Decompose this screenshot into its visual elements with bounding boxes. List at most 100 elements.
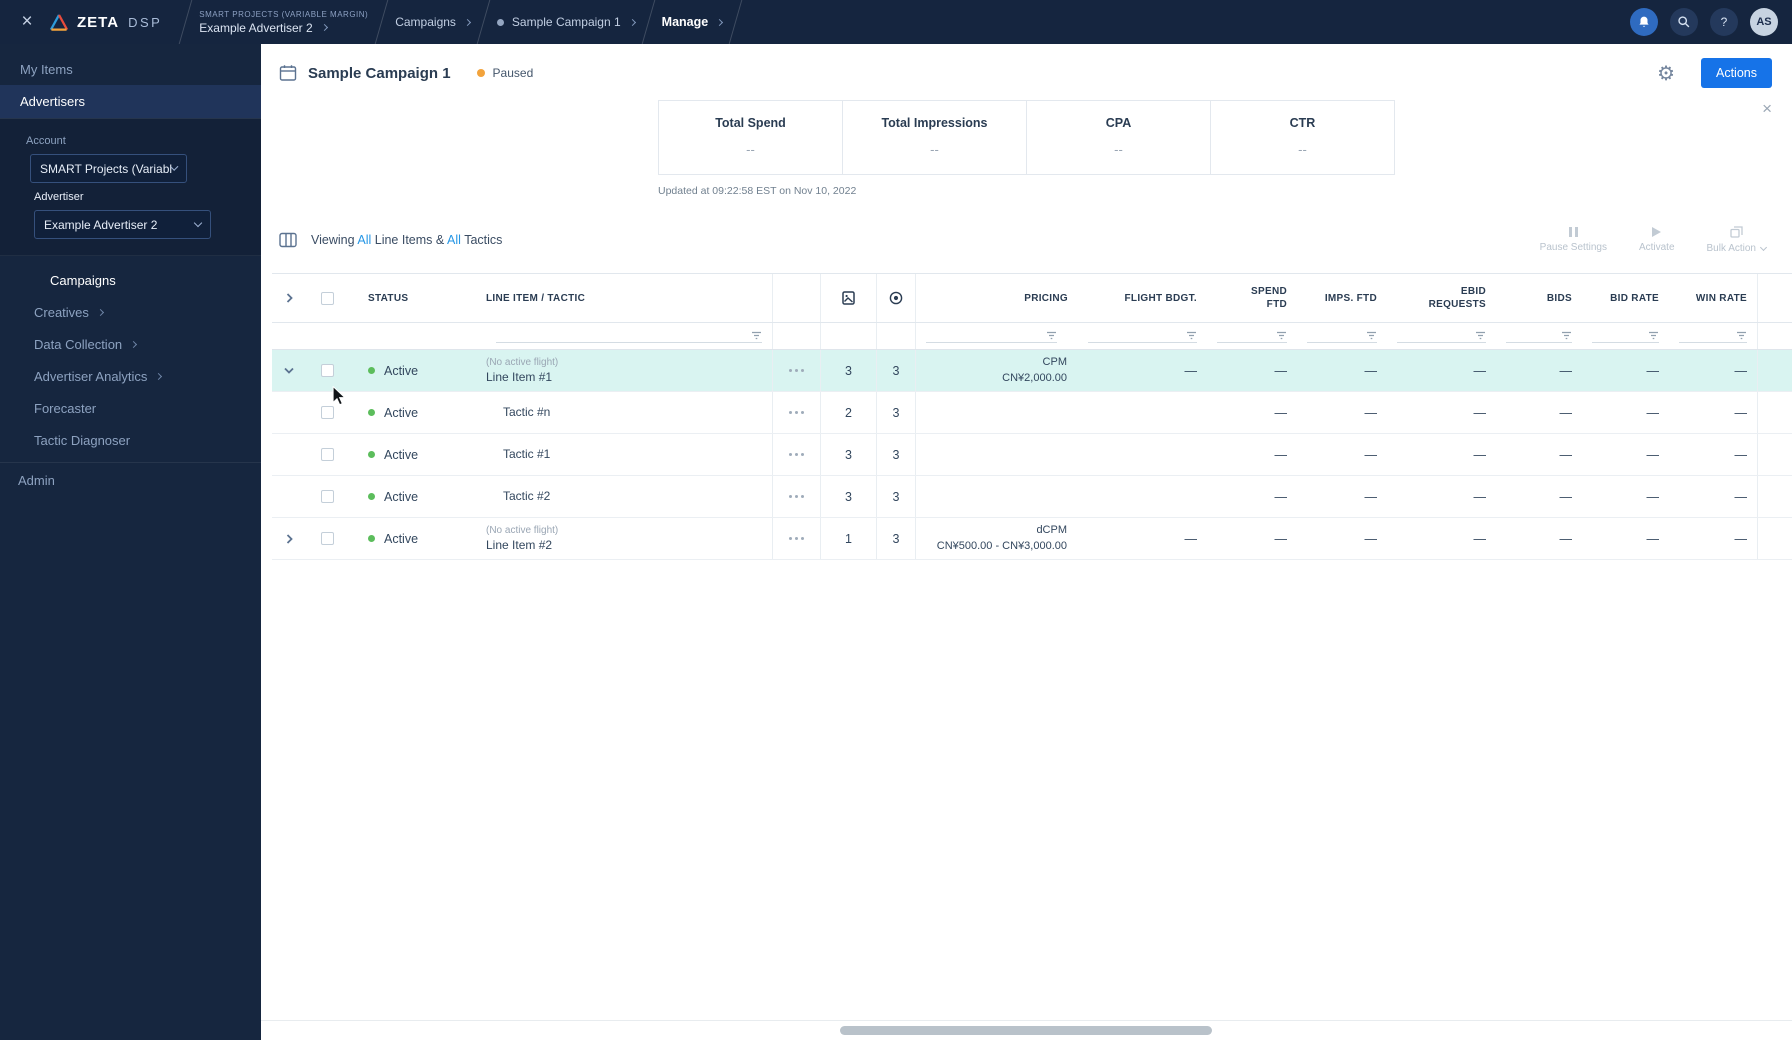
th-line-item-tactic[interactable]: LINE ITEM / TACTIC [474, 274, 772, 322]
cell-creatives-count[interactable]: 3 [820, 434, 876, 475]
viewing-text: Viewing All Line Items & All Tactics [311, 233, 503, 247]
chevron-down-icon [193, 218, 203, 228]
line-item-name[interactable]: Line Item #1 [486, 369, 558, 385]
collapse-all-expander[interactable] [272, 274, 306, 322]
breadcrumb-manage[interactable]: Manage [662, 0, 724, 44]
help-button[interactable]: ? [1710, 8, 1738, 36]
cell-targets-count[interactable]: 3 [876, 350, 915, 391]
table-row-tactic-n[interactable]: Active Tactic #n 2 3 — — — — — — [272, 392, 1792, 434]
row-checkbox[interactable] [320, 532, 334, 545]
th-targets[interactable] [876, 274, 915, 322]
avatar[interactable]: AS [1750, 8, 1778, 36]
tactic-name[interactable]: Tactic #n [503, 404, 550, 420]
zeta-dsp-logo[interactable]: ZETA DSP [48, 13, 162, 32]
th-status[interactable]: STATUS [348, 274, 474, 322]
th-flight-budget[interactable]: FLIGHT BDGT. [1078, 274, 1207, 322]
all-line-items-link[interactable]: All [357, 233, 371, 247]
row-actions-button[interactable] [772, 476, 820, 517]
filter-bids-input[interactable] [1506, 331, 1572, 343]
mouse-cursor [332, 386, 347, 406]
sidebar-item-forecaster[interactable]: Forecaster [0, 392, 261, 424]
sidebar-item-advertisers[interactable]: Advertisers [0, 85, 261, 118]
row-actions-button[interactable] [772, 434, 820, 475]
th-actions [772, 274, 820, 322]
th-creatives[interactable] [820, 274, 876, 322]
cell-flight-budget [1078, 392, 1207, 433]
breadcrumb-campaigns[interactable]: Campaigns [395, 0, 471, 44]
th-pricing[interactable]: PRICING [915, 274, 1078, 322]
filter-ebid-requests-input[interactable] [1397, 331, 1486, 343]
cell-creatives-count[interactable]: 2 [820, 392, 876, 433]
th-spend-ftd[interactable]: SPEND FTD [1207, 274, 1297, 322]
filter-spend-ftd-input[interactable] [1217, 331, 1287, 343]
th-bid-rate[interactable]: BID RATE [1582, 274, 1669, 322]
cell-targets-count[interactable]: 3 [876, 476, 915, 517]
bulk-action-button[interactable]: Bulk Action [1707, 226, 1768, 254]
row-expander[interactable] [272, 350, 306, 391]
search-button[interactable] [1670, 8, 1698, 36]
cell-targets-count[interactable]: 3 [876, 434, 915, 475]
filter-bid-rate-input[interactable] [1592, 331, 1659, 343]
breadcrumb-advertiser[interactable]: SMART PROJECTS (VARIABLE MARGIN) Example… [199, 0, 368, 44]
advertiser-select[interactable]: Example Advertiser 2 [34, 210, 211, 239]
cell-bids: — [1559, 405, 1573, 420]
row-checkbox[interactable] [320, 406, 334, 419]
stats-close-button[interactable]: × [1762, 100, 1772, 117]
table-row-tactic-2[interactable]: Active Tactic #2 3 3 — — — — — — [272, 476, 1792, 518]
horizontal-scrollbar[interactable] [840, 1026, 1212, 1035]
account-select[interactable]: SMART Projects (Variable M... [30, 154, 187, 183]
close-icon[interactable]: × [14, 11, 40, 33]
settings-gear-button[interactable]: ⚙ [1657, 61, 1675, 86]
sidebar-item-creatives[interactable]: Creatives [0, 296, 261, 328]
th-ebid-requests[interactable]: EBID REQUESTS [1387, 274, 1496, 322]
row-checkbox[interactable] [320, 364, 334, 377]
row-actions-button[interactable] [772, 392, 820, 433]
sidebar-item-data-collection[interactable]: Data Collection [0, 328, 261, 360]
cell-status: Active [384, 489, 419, 504]
table-row-line-item-2[interactable]: Active (No active flight) Line Item #2 1 … [272, 518, 1792, 560]
campaign-dot-icon [496, 18, 504, 26]
filter-imps-ftd-input[interactable] [1307, 331, 1377, 343]
sidebar-item-tactic-diagnoser[interactable]: Tactic Diagnoser [0, 424, 261, 456]
notifications-button[interactable] [1630, 8, 1658, 36]
column-settings-button[interactable] [279, 232, 297, 248]
activate-button[interactable]: Activate [1639, 227, 1675, 253]
select-all-checkbox[interactable] [320, 291, 334, 305]
breadcrumb-campaign[interactable]: Sample Campaign 1 [496, 0, 636, 44]
filter-win-rate-input[interactable] [1679, 331, 1747, 343]
row-checkbox[interactable] [320, 448, 334, 461]
cell-imps-ftd: — [1364, 489, 1378, 504]
cell-creatives-count[interactable]: 1 [820, 518, 876, 559]
row-actions-button[interactable] [772, 350, 820, 391]
th-bids[interactable]: BIDS [1496, 274, 1582, 322]
cell-targets-count[interactable]: 3 [876, 392, 915, 433]
pause-settings-button[interactable]: Pause Settings [1540, 227, 1607, 253]
th-imps-ftd[interactable]: IMPS. FTD [1297, 274, 1387, 322]
table-row-line-item-1[interactable]: Active (No active flight) Line Item #1 3 … [272, 350, 1792, 392]
actions-button[interactable]: Actions [1701, 58, 1772, 88]
row-actions-button[interactable] [772, 518, 820, 559]
filter-flight-budget-input[interactable] [1088, 331, 1197, 343]
th-win-rate[interactable]: WIN RATE [1669, 274, 1757, 322]
cell-imps-ftd: — [1364, 447, 1378, 462]
filter-line-item-input[interactable] [496, 331, 762, 343]
row-checkbox[interactable] [320, 490, 334, 503]
filter-pricing-input[interactable] [926, 331, 1057, 343]
sidebar-item-advertiser-analytics[interactable]: Advertiser Analytics [0, 360, 261, 392]
sidebar-item-admin[interactable]: Admin [0, 463, 261, 497]
cell-spend-ftd: — [1274, 405, 1288, 420]
cell-creatives-count[interactable]: 3 [820, 476, 876, 517]
cell-creatives-count[interactable]: 3 [820, 350, 876, 391]
cell-flight-budget [1078, 476, 1207, 517]
tactic-name[interactable]: Tactic #2 [503, 488, 550, 504]
cell-pricing [915, 392, 1078, 433]
all-tactics-link[interactable]: All [447, 233, 461, 247]
table-row-tactic-1[interactable]: Active Tactic #1 3 3 — — — — — — [272, 434, 1792, 476]
tactic-name[interactable]: Tactic #1 [503, 446, 550, 462]
sidebar-item-campaigns[interactable]: Campaigns [0, 264, 261, 296]
cell-targets-count[interactable]: 3 [876, 518, 915, 559]
line-item-name[interactable]: Line Item #2 [486, 537, 558, 553]
row-expander[interactable] [272, 518, 306, 559]
sidebar-item-my-items[interactable]: My Items [0, 54, 261, 85]
campaign-header: Sample Campaign 1 Paused ⚙ Actions [261, 44, 1792, 92]
